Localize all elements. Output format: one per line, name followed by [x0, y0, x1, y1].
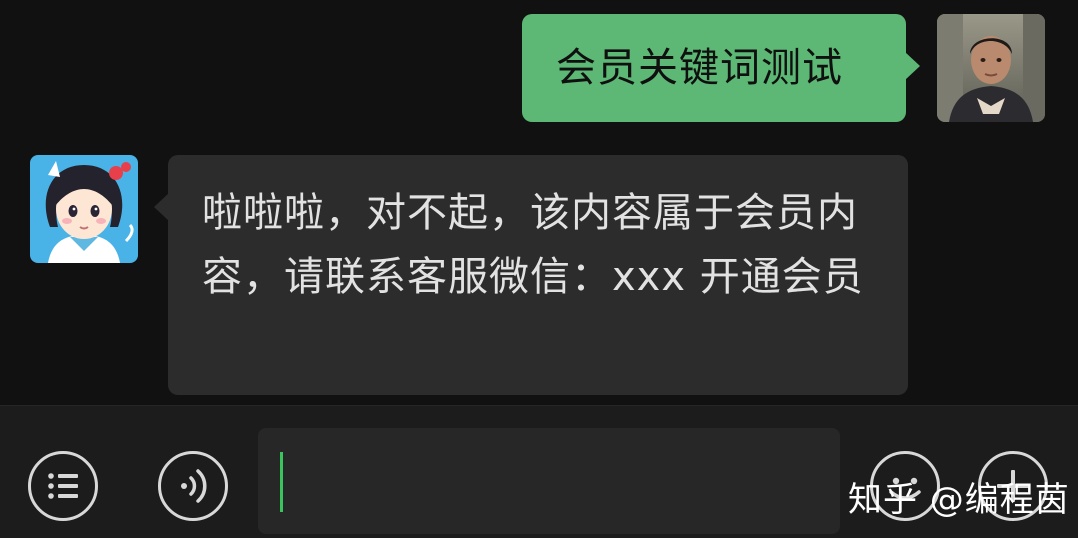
message-input-bar: 知乎 @编程茵	[0, 405, 1078, 538]
user-photo-avatar-icon	[937, 14, 1045, 122]
voice-icon	[181, 469, 207, 503]
voice-button[interactable]	[158, 451, 228, 521]
bot-avatar[interactable]	[30, 155, 138, 263]
received-message-text: 啦啦啦，对不起，该内容属于会员内容，请联系客服微信：xxx 开通会员	[202, 190, 864, 300]
received-message-bubble[interactable]: 啦啦啦，对不起，该内容属于会员内容，请联系客服微信：xxx 开通会员	[154, 155, 908, 395]
chat-screen: 会员关键词测试 啦啦啦，对不起，该内容属于会员内容，请联系客服微信：xxx 开通…	[0, 0, 1078, 538]
user-avatar[interactable]	[937, 14, 1045, 122]
cartoon-girl-avatar-icon	[30, 155, 138, 263]
message-list[interactable]: 会员关键词测试 啦啦啦，对不起，该内容属于会员内容，请联系客服微信：xxx 开通…	[0, 0, 1078, 405]
sent-message-text: 会员关键词测试	[556, 45, 843, 91]
message-input[interactable]	[258, 428, 840, 534]
menu-button[interactable]	[28, 451, 98, 521]
watermark: 知乎 @编程茵	[848, 480, 1070, 520]
list-menu-icon	[48, 473, 78, 499]
text-caret	[280, 452, 283, 512]
sent-message-bubble[interactable]: 会员关键词测试	[522, 14, 920, 122]
